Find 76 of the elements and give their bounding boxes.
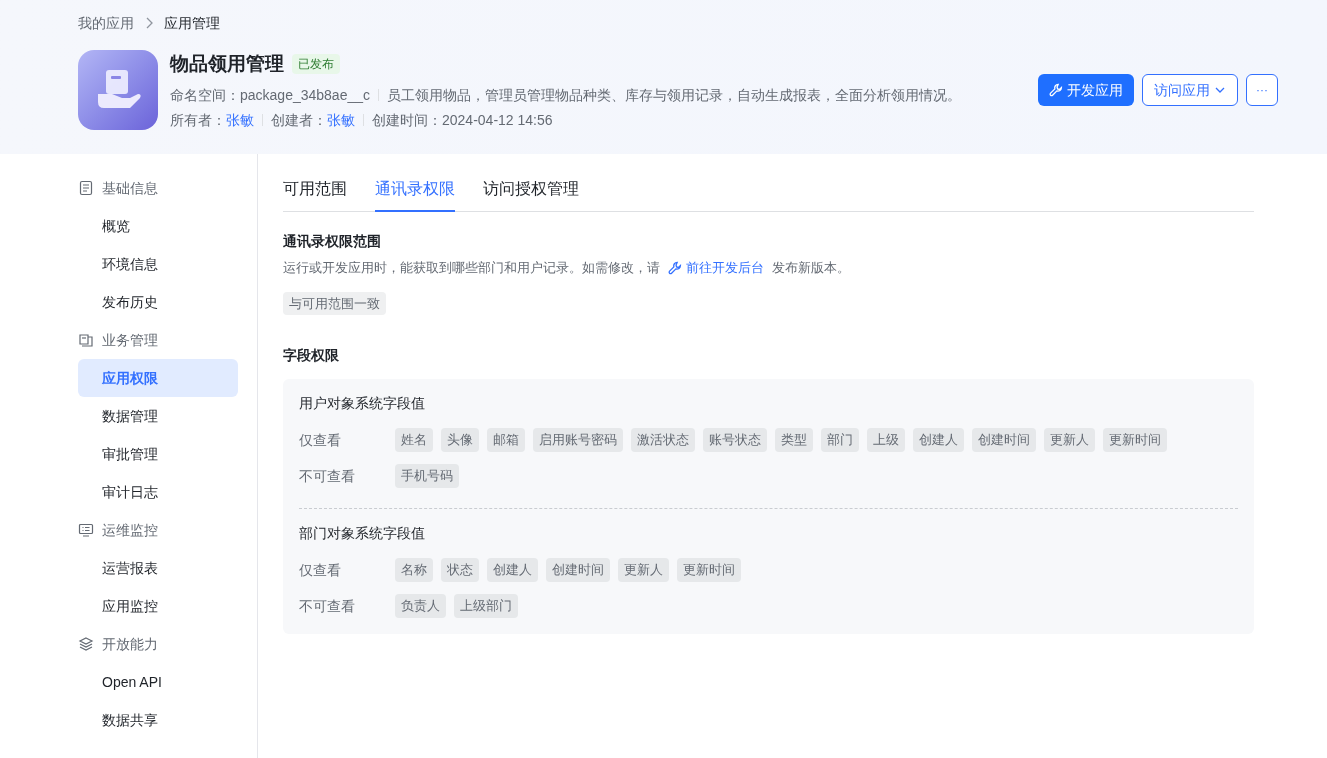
sidebar-item[interactable]: 应用监控	[78, 587, 238, 625]
field-tag: 更新人	[618, 558, 669, 582]
field-tag: 激活状态	[631, 428, 695, 452]
sidebar-group-label: 运维监控	[102, 520, 158, 540]
field-tag: 上级部门	[454, 594, 518, 618]
field-tag: 头像	[441, 428, 479, 452]
field-tag: 手机号码	[395, 464, 459, 488]
status-badge: 已发布	[292, 54, 340, 75]
field-tag: 更新人	[1044, 428, 1095, 452]
sidebar-item[interactable]: 环境信息	[78, 245, 238, 283]
develop-button[interactable]: 开发应用	[1038, 74, 1134, 107]
document-icon	[78, 180, 94, 196]
sidebar-item[interactable]: 概览	[78, 207, 238, 245]
monitor-icon	[78, 522, 94, 538]
app-icon	[78, 50, 158, 131]
sidebar-item[interactable]: Open API	[78, 663, 238, 701]
scope-description: 运行或开发应用时，能获取到哪些部门和用户记录。如需修改，请	[283, 259, 660, 277]
visit-button[interactable]: 访问应用	[1142, 74, 1238, 107]
permission-label: 仅查看	[299, 430, 342, 450]
creator-label: 创建者：	[271, 110, 327, 130]
tab[interactable]: 可用范围	[283, 174, 347, 212]
field-tag: 姓名	[395, 428, 433, 452]
field-tag: 负责人	[395, 594, 446, 618]
sidebar-item[interactable]: 发布历史	[78, 283, 238, 321]
wrench-icon	[668, 260, 682, 275]
tab[interactable]: 通讯录权限	[375, 174, 455, 212]
sidebar-group-label: 业务管理	[102, 330, 158, 350]
group-title: 用户对象系统字段值	[299, 394, 426, 413]
breadcrumb-link[interactable]: 我的应用	[78, 12, 134, 34]
field-tag: 状态	[441, 558, 479, 582]
scope-description: 发布新版本。	[772, 259, 850, 277]
sidebar-item[interactable]: 审批管理	[78, 435, 238, 473]
layers-icon	[78, 636, 94, 652]
namespace-label: 命名空间：	[170, 85, 240, 105]
field-tag: 部门	[821, 428, 859, 452]
book-icon	[78, 332, 94, 348]
app-description: 员工领用物品，管理员管理物品种类、库存与领用记录，自动生成报表，全面分析领用情况。	[387, 85, 961, 105]
namespace-value: package_34b8ae__c	[240, 85, 370, 105]
field-tag: 类型	[775, 428, 813, 452]
sidebar-item[interactable]: 运营报表	[78, 549, 238, 587]
field-tag: 创建时间	[972, 428, 1036, 452]
field-tag: 上级	[867, 428, 905, 452]
scope-tag: 与可用范围一致	[283, 291, 386, 315]
app-title: 物品领用管理	[170, 52, 284, 76]
permission-label: 不可查看	[299, 596, 356, 616]
sidebar-group-label: 基础信息	[102, 178, 158, 198]
field-tag: 名称	[395, 558, 433, 582]
sidebar-item[interactable]: 数据共享	[78, 701, 238, 739]
field-tag: 更新时间	[1103, 428, 1167, 452]
sidebar-item[interactable]: 数据管理	[78, 397, 238, 435]
field-tag: 账号状态	[703, 428, 767, 452]
field-tag: 更新时间	[677, 558, 741, 582]
owner-link[interactable]: 张敏	[226, 109, 254, 131]
field-tag: 启用账号密码	[533, 428, 623, 452]
wrench-icon	[1049, 83, 1063, 98]
permission-label: 不可查看	[299, 466, 356, 486]
creator-link[interactable]: 张敏	[327, 109, 355, 131]
sidebar-item[interactable]: 应用权限	[78, 359, 238, 397]
chevron-right-icon	[144, 17, 154, 29]
created-time: 2024-04-12 14:56	[442, 110, 553, 130]
tab[interactable]: 访问授权管理	[483, 174, 579, 212]
group-title: 部门对象系统字段值	[299, 524, 426, 543]
sidebar-group-label: 开放能力	[102, 634, 158, 654]
created-label: 创建时间：	[372, 110, 442, 130]
owner-label: 所有者：	[170, 110, 226, 130]
more-button[interactable]: ···	[1246, 74, 1278, 107]
field-tag: 邮箱	[487, 428, 525, 452]
field-tag: 创建人	[487, 558, 538, 582]
sidebar-item[interactable]: 审计日志	[78, 473, 238, 511]
permission-label: 仅查看	[299, 560, 342, 580]
section-title: 通讯录权限范围	[283, 232, 382, 251]
section-title: 字段权限	[283, 346, 340, 365]
developer-console-link[interactable]: 前往开发后台	[668, 258, 764, 278]
field-tag: 创建人	[913, 428, 964, 452]
field-tag: 创建时间	[546, 558, 610, 582]
breadcrumb-current: 应用管理	[164, 13, 220, 33]
